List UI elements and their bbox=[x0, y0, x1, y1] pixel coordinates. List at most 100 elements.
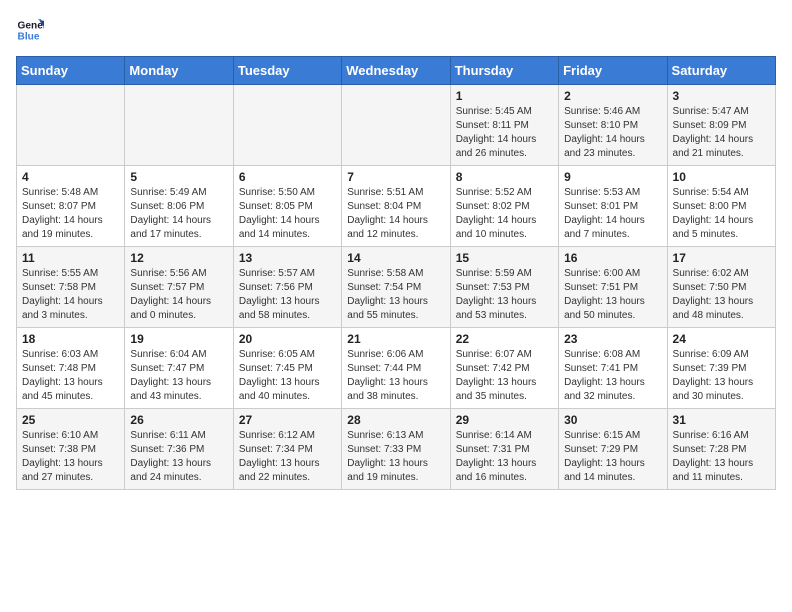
calendar-cell: 17 Sunrise: 6:02 AM Sunset: 7:50 PM Dayli… bbox=[667, 247, 775, 328]
calendar-cell: 21 Sunrise: 6:06 AM Sunset: 7:44 PM Dayli… bbox=[342, 328, 450, 409]
calendar-cell: 20 Sunrise: 6:05 AM Sunset: 7:45 PM Dayli… bbox=[233, 328, 341, 409]
day-info: Sunrise: 5:51 AM Sunset: 8:04 PM Dayligh… bbox=[347, 186, 444, 242]
day-number: 20 bbox=[239, 332, 336, 346]
calendar-cell: 1 Sunrise: 5:45 AM Sunset: 8:11 PM Daylig… bbox=[450, 85, 558, 166]
day-info: Sunrise: 5:45 AM Sunset: 8:11 PM Dayligh… bbox=[456, 105, 553, 161]
calendar-table: SundayMondayTuesdayWednesdayThursdayFrid… bbox=[16, 56, 776, 490]
day-info: Sunrise: 5:59 AM Sunset: 7:53 PM Dayligh… bbox=[456, 267, 553, 323]
header: General Blue bbox=[16, 16, 776, 44]
calendar-cell: 12 Sunrise: 5:56 AM Sunset: 7:57 PM Dayli… bbox=[125, 247, 233, 328]
day-number: 25 bbox=[22, 413, 119, 427]
column-header-tuesday: Tuesday bbox=[233, 57, 341, 85]
calendar-cell: 7 Sunrise: 5:51 AM Sunset: 8:04 PM Daylig… bbox=[342, 166, 450, 247]
day-info: Sunrise: 6:00 AM Sunset: 7:51 PM Dayligh… bbox=[564, 267, 661, 323]
day-number: 13 bbox=[239, 251, 336, 265]
day-info: Sunrise: 5:58 AM Sunset: 7:54 PM Dayligh… bbox=[347, 267, 444, 323]
day-info: Sunrise: 6:09 AM Sunset: 7:39 PM Dayligh… bbox=[673, 348, 770, 404]
day-number: 24 bbox=[673, 332, 770, 346]
day-info: Sunrise: 5:48 AM Sunset: 8:07 PM Dayligh… bbox=[22, 186, 119, 242]
day-info: Sunrise: 6:16 AM Sunset: 7:28 PM Dayligh… bbox=[673, 429, 770, 485]
calendar-cell: 27Sunrise: 6:12 AM Sunset: 7:34 PM Dayli… bbox=[233, 409, 341, 490]
day-number: 26 bbox=[130, 413, 227, 427]
week-row-2: 4 Sunrise: 5:48 AM Sunset: 8:07 PM Daylig… bbox=[17, 166, 776, 247]
calendar-cell: 24 Sunrise: 6:09 AM Sunset: 7:39 PM Dayli… bbox=[667, 328, 775, 409]
day-number: 18 bbox=[22, 332, 119, 346]
day-info: Sunrise: 6:12 AM Sunset: 7:34 PM Dayligh… bbox=[239, 429, 336, 485]
day-info: Sunrise: 6:10 AM Sunset: 7:38 PM Dayligh… bbox=[22, 429, 119, 485]
day-info: Sunrise: 6:15 AM Sunset: 7:29 PM Dayligh… bbox=[564, 429, 661, 485]
day-info: Sunrise: 6:03 AM Sunset: 7:48 PM Dayligh… bbox=[22, 348, 119, 404]
calendar-cell: 15 Sunrise: 5:59 AM Sunset: 7:53 PM Dayli… bbox=[450, 247, 558, 328]
calendar-cell bbox=[125, 85, 233, 166]
day-info: Sunrise: 6:13 AM Sunset: 7:33 PM Dayligh… bbox=[347, 429, 444, 485]
logo-icon: General Blue bbox=[16, 16, 44, 44]
calendar-cell: 30 Sunrise: 6:15 AM Sunset: 7:29 PM Dayli… bbox=[559, 409, 667, 490]
svg-text:Blue: Blue bbox=[18, 31, 40, 42]
day-number: 8 bbox=[456, 170, 553, 184]
svg-text:General: General bbox=[18, 20, 44, 31]
logo: General Blue bbox=[16, 16, 44, 44]
day-info: Sunrise: 6:07 AM Sunset: 7:42 PM Dayligh… bbox=[456, 348, 553, 404]
calendar-cell bbox=[233, 85, 341, 166]
column-header-monday: Monday bbox=[125, 57, 233, 85]
day-number: 14 bbox=[347, 251, 444, 265]
calendar-cell: 4 Sunrise: 5:48 AM Sunset: 8:07 PM Daylig… bbox=[17, 166, 125, 247]
day-info: Sunrise: 6:02 AM Sunset: 7:50 PM Dayligh… bbox=[673, 267, 770, 323]
calendar-cell: 2 Sunrise: 5:46 AM Sunset: 8:10 PM Daylig… bbox=[559, 85, 667, 166]
day-number: 29 bbox=[456, 413, 553, 427]
calendar-cell: 25 Sunrise: 6:10 AM Sunset: 7:38 PM Dayli… bbox=[17, 409, 125, 490]
day-info: Sunrise: 6:14 AM Sunset: 7:31 PM Dayligh… bbox=[456, 429, 553, 485]
week-row-3: 11Sunrise: 5:55 AM Sunset: 7:58 PM Dayli… bbox=[17, 247, 776, 328]
day-info: Sunrise: 5:57 AM Sunset: 7:56 PM Dayligh… bbox=[239, 267, 336, 323]
week-row-5: 25 Sunrise: 6:10 AM Sunset: 7:38 PM Dayli… bbox=[17, 409, 776, 490]
day-number: 6 bbox=[239, 170, 336, 184]
column-header-saturday: Saturday bbox=[667, 57, 775, 85]
day-number: 30 bbox=[564, 413, 661, 427]
day-info: Sunrise: 5:49 AM Sunset: 8:06 PM Dayligh… bbox=[130, 186, 227, 242]
calendar-cell: 23Sunrise: 6:08 AM Sunset: 7:41 PM Dayli… bbox=[559, 328, 667, 409]
day-info: Sunrise: 6:08 AM Sunset: 7:41 PM Dayligh… bbox=[564, 348, 661, 404]
day-number: 16 bbox=[564, 251, 661, 265]
calendar-cell: 26Sunrise: 6:11 AM Sunset: 7:36 PM Dayli… bbox=[125, 409, 233, 490]
day-info: Sunrise: 5:53 AM Sunset: 8:01 PM Dayligh… bbox=[564, 186, 661, 242]
calendar-cell: 8Sunrise: 5:52 AM Sunset: 8:02 PM Daylig… bbox=[450, 166, 558, 247]
day-number: 21 bbox=[347, 332, 444, 346]
day-info: Sunrise: 5:54 AM Sunset: 8:00 PM Dayligh… bbox=[673, 186, 770, 242]
column-header-thursday: Thursday bbox=[450, 57, 558, 85]
day-info: Sunrise: 5:56 AM Sunset: 7:57 PM Dayligh… bbox=[130, 267, 227, 323]
column-header-sunday: Sunday bbox=[17, 57, 125, 85]
day-number: 28 bbox=[347, 413, 444, 427]
day-number: 5 bbox=[130, 170, 227, 184]
day-number: 1 bbox=[456, 89, 553, 103]
day-info: Sunrise: 6:05 AM Sunset: 7:45 PM Dayligh… bbox=[239, 348, 336, 404]
day-info: Sunrise: 5:47 AM Sunset: 8:09 PM Dayligh… bbox=[673, 105, 770, 161]
calendar-cell bbox=[17, 85, 125, 166]
calendar-cell: 10 Sunrise: 5:54 AM Sunset: 8:00 PM Dayli… bbox=[667, 166, 775, 247]
day-number: 10 bbox=[673, 170, 770, 184]
column-header-friday: Friday bbox=[559, 57, 667, 85]
calendar-cell: 22 Sunrise: 6:07 AM Sunset: 7:42 PM Dayli… bbox=[450, 328, 558, 409]
calendar-cell bbox=[342, 85, 450, 166]
day-number: 2 bbox=[564, 89, 661, 103]
calendar-cell: 5 Sunrise: 5:49 AM Sunset: 8:06 PM Daylig… bbox=[125, 166, 233, 247]
calendar-cell: 6Sunrise: 5:50 AM Sunset: 8:05 PM Daylig… bbox=[233, 166, 341, 247]
day-info: Sunrise: 5:55 AM Sunset: 7:58 PM Dayligh… bbox=[22, 267, 119, 323]
day-number: 12 bbox=[130, 251, 227, 265]
calendar-cell: 11Sunrise: 5:55 AM Sunset: 7:58 PM Dayli… bbox=[17, 247, 125, 328]
day-info: Sunrise: 5:46 AM Sunset: 8:10 PM Dayligh… bbox=[564, 105, 661, 161]
day-info: Sunrise: 6:06 AM Sunset: 7:44 PM Dayligh… bbox=[347, 348, 444, 404]
day-number: 7 bbox=[347, 170, 444, 184]
calendar-cell: 19Sunrise: 6:04 AM Sunset: 7:47 PM Dayli… bbox=[125, 328, 233, 409]
day-number: 4 bbox=[22, 170, 119, 184]
day-number: 9 bbox=[564, 170, 661, 184]
day-number: 22 bbox=[456, 332, 553, 346]
week-row-1: 1 Sunrise: 5:45 AM Sunset: 8:11 PM Daylig… bbox=[17, 85, 776, 166]
header-row: SundayMondayTuesdayWednesdayThursdayFrid… bbox=[17, 57, 776, 85]
day-number: 17 bbox=[673, 251, 770, 265]
calendar-cell: 31Sunrise: 6:16 AM Sunset: 7:28 PM Dayli… bbox=[667, 409, 775, 490]
day-info: Sunrise: 6:04 AM Sunset: 7:47 PM Dayligh… bbox=[130, 348, 227, 404]
day-number: 3 bbox=[673, 89, 770, 103]
day-number: 15 bbox=[456, 251, 553, 265]
calendar-cell: 28 Sunrise: 6:13 AM Sunset: 7:33 PM Dayli… bbox=[342, 409, 450, 490]
calendar-cell: 16 Sunrise: 6:00 AM Sunset: 7:51 PM Dayli… bbox=[559, 247, 667, 328]
